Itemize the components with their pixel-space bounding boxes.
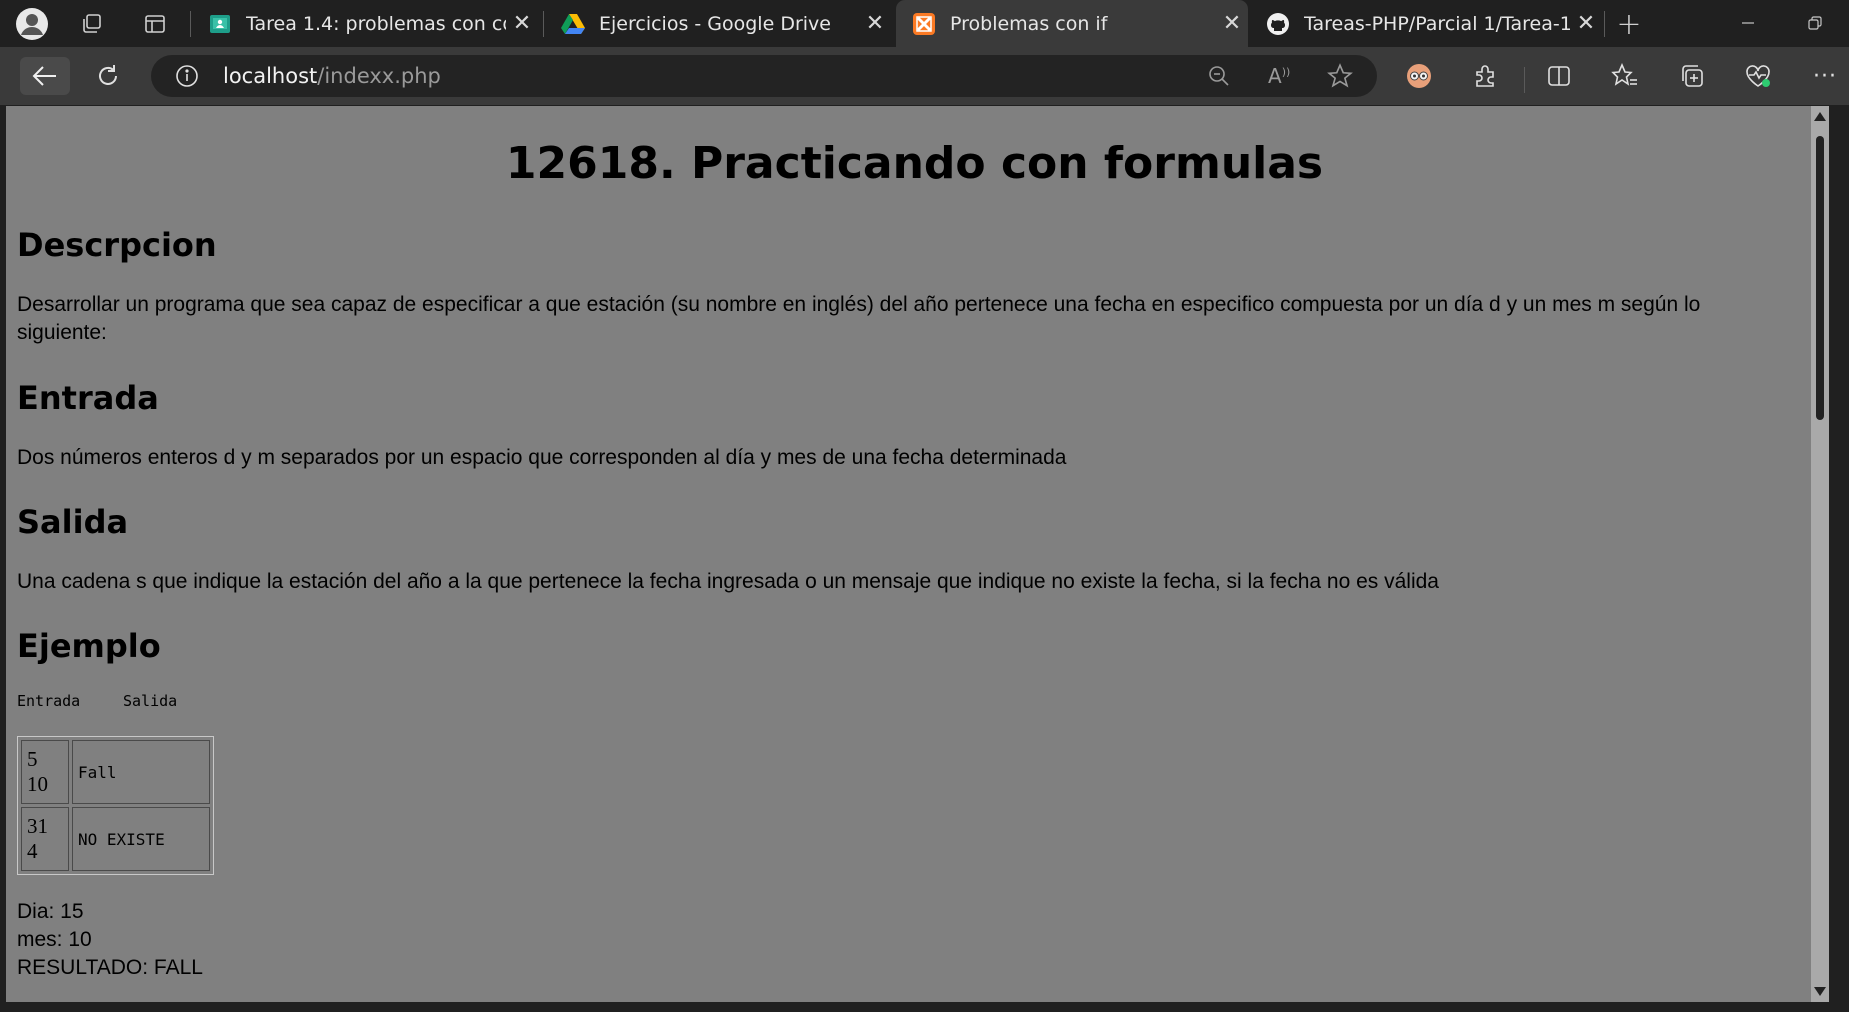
browser-essentials-icon[interactable]: [1398, 57, 1440, 95]
example-column-headers: Entrada Salida: [17, 692, 177, 710]
example-output-cell: NO EXISTE: [72, 807, 210, 871]
close-tab-icon[interactable]: ✕: [506, 11, 538, 36]
page-viewport: 12618. Practicando con formulas Descrpci…: [6, 106, 1829, 1002]
restore-icon[interactable]: [1795, 8, 1835, 38]
result-block: Dia: 15 mes: 10 RESULTADO: FALL: [17, 898, 203, 982]
result-dia: Dia: 15: [17, 900, 84, 923]
google-classroom-icon: [208, 12, 232, 36]
example-output-cell: Fall: [72, 740, 210, 804]
page-title: 12618. Practicando con formulas: [505, 138, 1324, 189]
tab-actions-icon[interactable]: [137, 6, 173, 42]
url-path: /indexx.php: [317, 64, 441, 88]
example-header-input: Entrada: [17, 692, 81, 710]
read-aloud-icon[interactable]: A)): [1268, 64, 1290, 88]
refresh-icon[interactable]: [87, 57, 129, 95]
scrollbar-thumb[interactable]: [1816, 136, 1824, 420]
input-text: Dos números enteros d y m separados por …: [17, 446, 1067, 469]
tab-title: Ejercicios - Google Drive: [599, 12, 831, 35]
table-row: 5 10 Fall: [21, 740, 210, 804]
output-text: Una cadena s que indique la estación del…: [17, 570, 1439, 593]
result-resultado: RESULTADO: FALL: [17, 956, 203, 979]
xampp-icon: [912, 12, 936, 36]
url-text[interactable]: localhost/indexx.php: [223, 55, 441, 97]
browser-toolbar: localhost/indexx.php A)) ···: [0, 47, 1849, 105]
profile-avatar-icon[interactable]: [14, 6, 50, 42]
input-heading: Entrada: [17, 379, 159, 417]
table-row: 31 4 NO EXISTE: [21, 807, 210, 871]
close-tab-icon[interactable]: ✕: [1216, 11, 1248, 36]
close-tab-icon[interactable]: ✕: [859, 11, 891, 36]
site-info-icon[interactable]: [175, 64, 199, 92]
example-header-output: Salida: [123, 692, 178, 710]
tab-title: Problemas con if: [950, 12, 1108, 35]
workspaces-icon[interactable]: [74, 6, 110, 42]
example-heading: Ejemplo: [17, 627, 161, 665]
example-input-cell: 5 10: [21, 740, 69, 804]
close-tab-icon[interactable]: ✕: [1570, 11, 1602, 36]
back-icon[interactable]: [20, 57, 70, 95]
zoom-out-icon[interactable]: [1207, 64, 1231, 92]
tab-strip: Tarea 1.4: problemas con condic ✕ Ejerci…: [0, 0, 1849, 47]
tab-google-drive[interactable]: Ejercicios - Google Drive ✕: [545, 0, 891, 47]
more-options-icon[interactable]: ···: [1804, 57, 1846, 95]
description-heading: Descrpcion: [17, 226, 217, 264]
favorite-star-icon[interactable]: [1327, 63, 1353, 93]
collections-icon[interactable]: [1671, 57, 1713, 95]
tab-title: Tarea 1.4: problemas con condic: [246, 12, 506, 35]
output-heading: Salida: [17, 503, 129, 541]
split-screen-icon[interactable]: [1538, 57, 1580, 95]
browser-health-icon[interactable]: [1737, 57, 1779, 95]
url-host: localhost: [223, 64, 318, 88]
scroll-up-arrow-icon[interactable]: [1814, 112, 1826, 121]
vertical-scrollbar[interactable]: [1811, 106, 1829, 1002]
google-drive-icon: [561, 12, 585, 36]
tab-classroom[interactable]: Tarea 1.4: problemas con condic ✕: [192, 0, 538, 47]
minimize-icon[interactable]: [1728, 8, 1768, 38]
scroll-down-arrow-icon[interactable]: [1814, 987, 1826, 996]
favorites-icon[interactable]: [1604, 57, 1646, 95]
extensions-icon[interactable]: [1465, 57, 1507, 95]
address-bar[interactable]: localhost/indexx.php A)): [151, 55, 1377, 97]
new-tab-icon[interactable]: +: [1611, 6, 1647, 42]
tab-problemas-con-if[interactable]: Problemas con if ✕: [896, 0, 1248, 47]
example-table: 5 10 Fall 31 4 NO EXISTE: [17, 736, 214, 875]
example-input-cell: 31 4: [21, 807, 69, 871]
tab-title: Tareas-PHP/Parcial 1/Tarea-1.4/i: [1304, 12, 1570, 35]
tab-github[interactable]: Tareas-PHP/Parcial 1/Tarea-1.4/i ✕: [1250, 0, 1602, 47]
github-icon: [1266, 12, 1290, 36]
result-mes: mes: 10: [17, 928, 92, 951]
description-text: Desarrollar un programa que sea capaz de…: [17, 293, 1701, 344]
